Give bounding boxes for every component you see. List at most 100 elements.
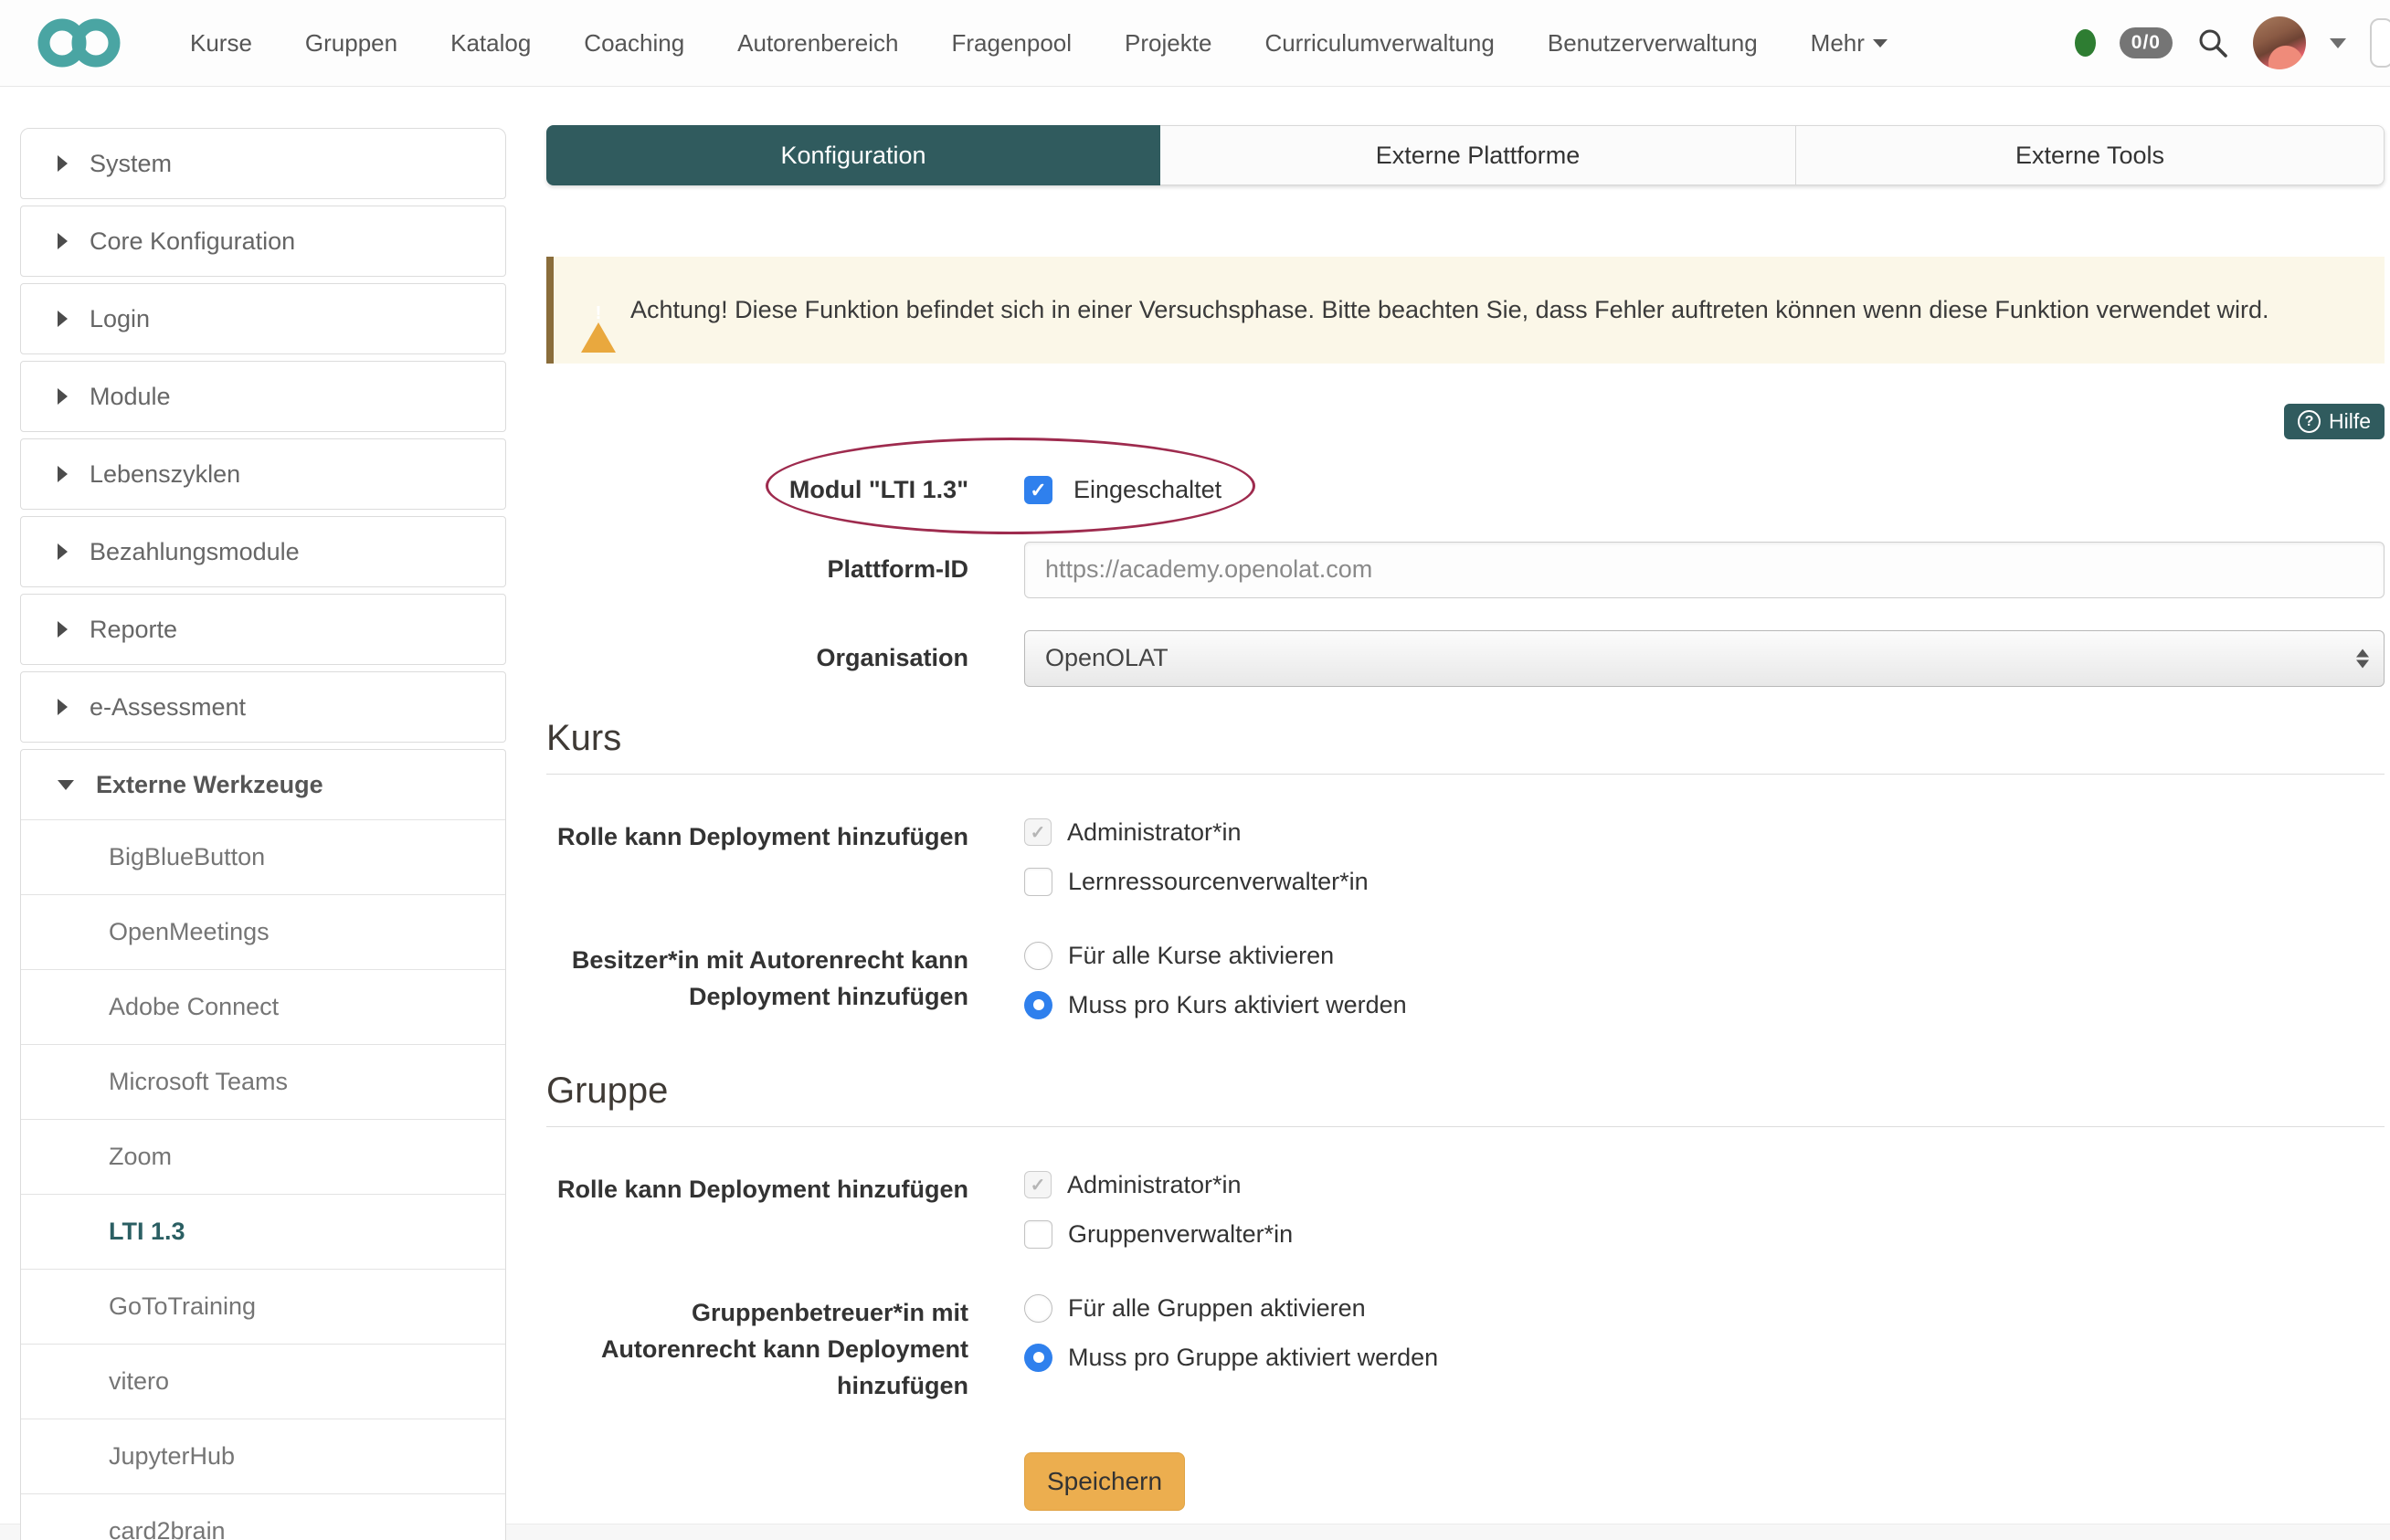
sidebar-item-label: Externe Werkzeuge — [96, 770, 323, 798]
nav-item-mehr[interactable]: Mehr — [1811, 29, 1888, 58]
edge-button-partial[interactable] — [2370, 18, 2390, 68]
gruppe-section-rule — [546, 1125, 2385, 1127]
option-label: Muss pro Kurs aktiviert werden — [1068, 990, 1407, 1018]
platform-id-label: Plattform-ID — [827, 554, 969, 583]
kurs-section-rows: Rolle kann Deployment hinzufügen ✓ Adminis… — [546, 818, 2385, 1019]
sidebar-subitem-microsoft-teams[interactable]: Microsoft Teams — [21, 1044, 505, 1119]
radio-f-r-alle-kurse-aktivieren[interactable] — [1024, 941, 1052, 970]
organisation-select[interactable]: OpenOLAT — [1024, 629, 2385, 687]
gruppe-section-rows: Rolle kann Deployment hinzufügen ✓ Adminis… — [546, 1171, 2385, 1405]
kurs-row-1: Besitzer*in mit Autorenrecht kann Deploy… — [546, 941, 2385, 1019]
sidebar-item-reporte[interactable]: Reporte — [21, 595, 505, 664]
settings-sidebar: System Core Konfiguration Login Module Leben… — [20, 128, 506, 1540]
module-label: Modul "LTI 1.3" — [788, 476, 968, 503]
option-label: Für alle Kurse aktivieren — [1068, 941, 1335, 969]
sidebar-subitem-jupyterhub[interactable]: JupyterHub — [21, 1419, 505, 1493]
sidebar-subitem-zoom[interactable]: Zoom — [21, 1119, 505, 1194]
infinity-icon — [35, 16, 126, 69]
help-button[interactable]: ? Hilfe — [2283, 404, 2385, 439]
sidebar-item-label: Core Konfiguration — [90, 227, 296, 255]
sidebar-subitem-openmeetings[interactable]: OpenMeetings — [21, 894, 505, 969]
nav-item-fragenpool[interactable]: Fragenpool — [952, 29, 1073, 58]
kurs-section-heading: Kurs — [546, 717, 622, 758]
gruppe-row-1: Gruppenbetreuer*in mit Autorenrecht kann… — [546, 1293, 2385, 1405]
sidebar-subitem-label: OpenMeetings — [109, 918, 270, 945]
sidebar-subitem-lti-1-3[interactable]: LTI 1.3 — [21, 1194, 505, 1269]
openolat-logo[interactable] — [35, 16, 126, 69]
radio-f-r-alle-gruppen-aktivieren[interactable] — [1024, 1293, 1052, 1323]
sidebar-item-label: e-Assessment — [90, 692, 247, 721]
tab-externe-tools[interactable]: Externe Tools — [1796, 125, 2385, 185]
chevron-right-icon — [58, 155, 68, 172]
checkbox-lernressourcenverwalter-in[interactable] — [1024, 867, 1052, 896]
tab-externe-plattforme[interactable]: Externe Plattforme — [1160, 125, 1796, 185]
kurs-row-1-label: Besitzer*in mit Autorenrecht kann Deploy… — [571, 945, 968, 1010]
kurs-row-0: Rolle kann Deployment hinzufügen ✓ Adminis… — [546, 818, 2385, 896]
module-enabled-row: Modul "LTI 1.3" ✓ Eingeschaltet — [546, 472, 2385, 509]
sidebar-subitem-card2brain[interactable]: card2brain — [21, 1493, 505, 1540]
nav-item-kurse[interactable]: Kurse — [190, 29, 252, 58]
chevron-right-icon — [58, 543, 68, 560]
sidebar-subitem-adobe-connect[interactable]: Adobe Connect — [21, 969, 505, 1044]
sidebar-subitem-bigbluebutton[interactable]: BigBlueButton — [21, 819, 505, 894]
notification-count-badge[interactable]: 0/0 — [2119, 27, 2173, 58]
search-icon[interactable] — [2196, 26, 2229, 59]
sidebar-panel-externe-werkzeuge: Externe Werkzeuge BigBlueButton OpenMeetin… — [20, 749, 506, 1540]
organisation-select-value: OpenOLAT — [1045, 644, 1169, 672]
sidebar-subitem-label: BigBlueButton — [109, 843, 266, 870]
user-avatar[interactable] — [2253, 16, 2306, 69]
chevron-down-icon[interactable] — [2330, 37, 2346, 48]
sidebar-item-e-assessment[interactable]: e-Assessment — [21, 672, 505, 742]
main-nav: Kurse Gruppen Katalog Coaching Autorenbereic… — [190, 29, 1888, 58]
sidebar-item-system[interactable]: System — [21, 129, 505, 198]
kurs-row-0-options: ✓ Administrator*in Lernressourcenverwalter… — [1024, 818, 1369, 896]
gruppe-row-0: Rolle kann Deployment hinzufügen ✓ Adminis… — [546, 1171, 2385, 1249]
module-enabled-checkbox-label: Eingeschaltet — [1073, 476, 1222, 504]
option-label: Für alle Gruppen aktivieren — [1068, 1293, 1366, 1322]
sidebar-item-externe-werkzeuge[interactable]: Externe Werkzeuge — [21, 750, 505, 819]
nav-item-katalog[interactable]: Katalog — [450, 29, 531, 58]
option-f-r-alle-gruppen-aktivieren: Für alle Gruppen aktivieren — [1024, 1293, 1438, 1323]
option-label: Lernressourcenverwalter*in — [1068, 867, 1369, 895]
sidebar-item-login[interactable]: Login — [21, 284, 505, 353]
question-circle-icon: ? — [2297, 410, 2321, 433]
sidebar-subitem-gototraining[interactable]: GoToTraining — [21, 1269, 505, 1344]
status-dot-icon — [2074, 29, 2096, 57]
nav-item-projekte[interactable]: Projekte — [1125, 29, 1211, 58]
sidebar-panel-lebenszyklen: Lebenszyklen — [20, 438, 506, 510]
sidebar-item-lebenszyklen[interactable]: Lebenszyklen — [21, 439, 505, 509]
sidebar-subitem-label: vitero — [109, 1367, 170, 1395]
nav-item-gruppen[interactable]: Gruppen — [305, 29, 397, 58]
sidebar-item-core-konfiguration[interactable]: Core Konfiguration — [21, 206, 505, 276]
sidebar-panel-reporte: Reporte — [20, 594, 506, 665]
gruppe-row-0-label: Rolle kann Deployment hinzufügen — [556, 1175, 968, 1203]
kurs-row-0-label: Rolle kann Deployment hinzufügen — [556, 822, 968, 850]
sidebar-panel-bezahlungsmodule: Bezahlungsmodule — [20, 516, 506, 587]
sidebar-item-label: Bezahlungsmodule — [90, 537, 300, 565]
tab-konfiguration[interactable]: Konfiguration — [546, 125, 1160, 185]
nav-item-autorenbereich[interactable]: Autorenbereich — [737, 29, 898, 58]
nav-item-benutzerverwaltung[interactable]: Benutzerverwaltung — [1548, 29, 1758, 58]
radio-muss-pro-kurs-aktiviert-werden[interactable] — [1024, 990, 1052, 1019]
sidebar-subitem-vitero[interactable]: vitero — [21, 1344, 505, 1419]
sidebar-item-label: System — [90, 149, 173, 177]
module-enabled-checkbox[interactable]: ✓ — [1024, 476, 1052, 505]
help-button-label: Hilfe — [2328, 409, 2371, 433]
sidebar-item-bezahlungsmodule[interactable]: Bezahlungsmodule — [21, 517, 505, 586]
nav-item-curriculumverwaltung[interactable]: Curriculumverwaltung — [1264, 29, 1494, 58]
option-muss-pro-gruppe-aktiviert-werden: Muss pro Gruppe aktiviert werden — [1024, 1343, 1438, 1372]
checkbox-gruppenverwalter-in[interactable] — [1024, 1219, 1052, 1249]
organisation-row: Organisation OpenOLAT — [546, 629, 2385, 687]
sidebar-item-module[interactable]: Module — [21, 362, 505, 431]
platform-id-row: Plattform-ID — [546, 541, 2385, 598]
nav-item-coaching[interactable]: Coaching — [584, 29, 684, 58]
gruppe-section-heading: Gruppe — [546, 1070, 669, 1111]
kurs-row-1-options: Für alle Kurse aktivieren Muss pro Kurs a… — [1024, 941, 1407, 1019]
sidebar-subitem-label: card2brain — [109, 1517, 226, 1540]
save-button[interactable]: Speichern — [1024, 1451, 1185, 1511]
checkbox-administrator-in: ✓ — [1024, 818, 1052, 847]
sidebar-item-label: Reporte — [90, 615, 178, 643]
radio-muss-pro-gruppe-aktiviert-werden[interactable] — [1024, 1343, 1052, 1372]
warning-triangle-icon: ! — [581, 295, 616, 353]
platform-id-input[interactable] — [1024, 541, 2385, 598]
